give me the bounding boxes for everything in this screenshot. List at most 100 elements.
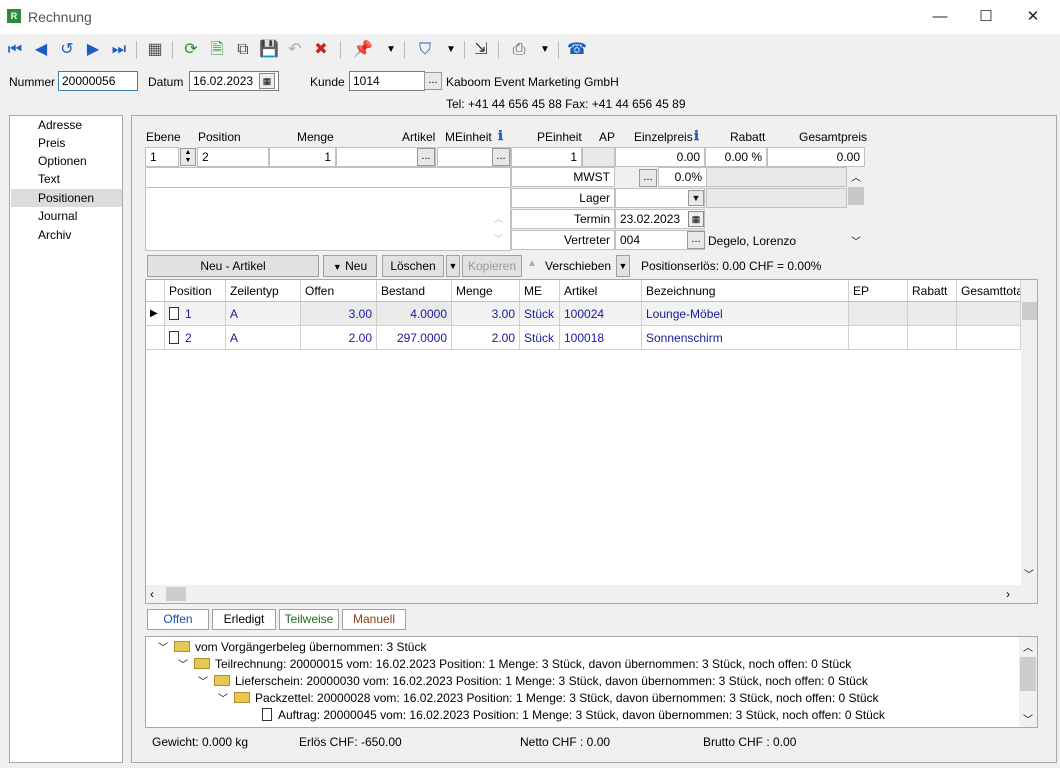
previous-record-icon[interactable]: ◀	[30, 39, 52, 61]
col-bezeichnung[interactable]: Bezeichnung	[642, 280, 849, 302]
cell-gesamttotal[interactable]	[957, 326, 1021, 350]
nav-item-adresse[interactable]: Adresse	[11, 116, 122, 134]
new-document-icon[interactable]: 🗎	[206, 39, 228, 61]
cell-me[interactable]: Stück	[520, 326, 560, 350]
tree-node[interactable]: ﹀ Lieferschein: 20000030 vom: 16.02.2023 …	[198, 673, 868, 690]
col-menge[interactable]: Menge	[452, 280, 520, 302]
copy-icon[interactable]: ⧉	[232, 39, 254, 61]
cell-zeilentyp[interactable]: A	[226, 302, 301, 326]
cell-menge[interactable]: 3.00	[452, 302, 520, 326]
move-up-icon[interactable]: ▲	[527, 258, 537, 269]
col-bestand[interactable]: Bestand	[377, 280, 452, 302]
nav-item-optionen[interactable]: Optionen	[11, 152, 122, 170]
artikel-lookup-button[interactable]: ...	[417, 148, 435, 166]
nummer-input[interactable]: 20000056	[58, 71, 138, 91]
peinheit-field[interactable]: 1	[511, 147, 582, 167]
mwst-lookup-button[interactable]: ...	[639, 169, 657, 187]
copy-button[interactable]: Kopieren	[462, 255, 522, 277]
pin-icon[interactable]: 📌	[352, 39, 374, 61]
minimize-button[interactable]: —	[917, 0, 963, 34]
col-ep[interactable]: EP	[849, 280, 908, 302]
chevron-up-icon[interactable]: ︿	[851, 169, 861, 184]
col-offen[interactable]: Offen	[301, 280, 377, 302]
refresh-icon[interactable]: ⟳	[180, 39, 202, 61]
cell-zeilentyp[interactable]: A	[226, 326, 301, 350]
first-record-icon[interactable]: ⏮	[4, 39, 26, 61]
chevron-down-icon[interactable]: ▼	[688, 190, 704, 206]
row-indicator-icon[interactable]: ▶	[146, 302, 165, 326]
next-record-icon[interactable]: ▶	[82, 39, 104, 61]
positions-grid[interactable]: Position Zeilentyp Offen Bestand Menge M…	[145, 279, 1038, 604]
filter-icon[interactable]: ⛉	[414, 39, 436, 61]
nav-item-positionen[interactable]: Positionen	[11, 189, 122, 207]
scroll-down-icon[interactable]: ﹀	[494, 232, 503, 245]
cell-bezeichnung[interactable]: Lounge-Möbel	[642, 302, 849, 326]
cell-bestand[interactable]: 297.0000	[377, 326, 452, 350]
delete-icon[interactable]: ✖	[310, 39, 332, 61]
cell-ep[interactable]	[849, 302, 908, 326]
tab-manuell[interactable]: Manuell	[342, 609, 406, 630]
print-icon[interactable]: ⎙	[508, 39, 530, 61]
col-zeilentyp[interactable]: Zeilentyp	[226, 280, 301, 302]
kunde-lookup-button[interactable]: ...	[424, 72, 442, 90]
cell-rabatt[interactable]	[908, 326, 957, 350]
info-icon[interactable]: ℹ	[694, 128, 699, 144]
spinner-icon[interactable]: ▲ ▼	[180, 148, 196, 166]
delete-button[interactable]: Löschen	[382, 255, 444, 277]
vertreter-lookup-button[interactable]: ...	[687, 231, 705, 249]
gesamtpreis-field[interactable]: 0.00	[767, 147, 865, 167]
position-field[interactable]: 2	[197, 147, 269, 167]
tree-scrollbar[interactable]: ︿ ﹀	[1019, 637, 1037, 727]
goto-icon[interactable]: ⇲	[470, 39, 492, 61]
cell-artikel[interactable]: 100018	[560, 326, 642, 350]
save-icon[interactable]: 💾	[258, 39, 280, 61]
einzelpreis-field[interactable]: 0.00	[615, 147, 705, 167]
calendar-icon[interactable]: ▦	[688, 211, 704, 227]
table-row[interactable]: 2	[165, 326, 226, 350]
cell-bezeichnung[interactable]: Sonnenschirm	[642, 326, 849, 350]
calendar-icon[interactable]: ▦	[259, 73, 275, 89]
chevron-down-icon[interactable]: ﹀	[1023, 711, 1033, 726]
maximize-button[interactable]: ☐	[963, 0, 1009, 34]
nav-item-preis[interactable]: Preis	[11, 134, 122, 152]
chevron-left-icon[interactable]: ‹	[150, 587, 154, 601]
chevron-up-icon[interactable]: ︿	[1023, 639, 1033, 654]
close-button[interactable]: ✕	[1010, 0, 1056, 34]
tree-node[interactable]: ﹀ Packzettel: 20000028 vom: 16.02.2023 Po…	[218, 690, 879, 707]
tree-node[interactable]: Auftrag: 20000045 vom: 16.02.2023 Positi…	[262, 707, 885, 724]
delete-dropdown-icon[interactable]: ▼	[446, 255, 460, 277]
cell-menge[interactable]: 2.00	[452, 326, 520, 350]
cell-me[interactable]: Stück	[520, 302, 560, 326]
cell-offen[interactable]: 3.00	[301, 302, 377, 326]
undo-blue-icon[interactable]: ↺	[56, 39, 78, 61]
rabatt-field[interactable]: 0.00 %	[705, 147, 767, 167]
print-dropdown-icon[interactable]: ▼	[534, 39, 556, 61]
meinheit-lookup-button[interactable]: ...	[492, 148, 510, 166]
col-position[interactable]: Position	[165, 280, 226, 302]
table-icon[interactable]: ▦	[144, 39, 166, 61]
cell-rabatt[interactable]	[908, 302, 957, 326]
cell-artikel[interactable]: 100024	[560, 302, 642, 326]
phone-icon[interactable]: ☎	[566, 39, 588, 61]
move-dropdown-icon[interactable]: ▼	[616, 255, 630, 277]
new-article-button[interactable]: Neu - Artikel	[147, 255, 319, 277]
chevron-down-icon[interactable]: ﹀	[1024, 566, 1034, 581]
cell-gesamttotal[interactable]	[957, 302, 1021, 326]
chevron-right-icon[interactable]: ›	[1006, 587, 1010, 601]
side-scrollbar[interactable]: ︿ ﹀	[847, 167, 865, 251]
new-button[interactable]: ▼ Neu	[323, 255, 377, 277]
tab-offen[interactable]: Offen	[147, 609, 209, 630]
move-label[interactable]: Verschieben	[545, 259, 611, 273]
ebene-field[interactable]: 1	[145, 147, 179, 167]
scroll-up-icon[interactable]: ︿	[494, 212, 503, 225]
tab-erledigt[interactable]: Erledigt	[212, 609, 276, 630]
table-row[interactable]: 1	[165, 302, 226, 326]
tree-node[interactable]: ﹀ Teilrechnung: 20000015 vom: 16.02.2023 …	[178, 656, 851, 673]
info-icon[interactable]: ℹ	[498, 128, 503, 144]
kunde-input[interactable]: 1014	[349, 71, 425, 91]
pin-dropdown-icon[interactable]: ▼	[380, 39, 402, 61]
chevron-down-icon[interactable]: ﹀	[851, 233, 861, 248]
grid-vscrollbar[interactable]: ﹀	[1021, 280, 1037, 585]
col-artikel[interactable]: Artikel	[560, 280, 642, 302]
nav-item-text[interactable]: Text	[11, 170, 122, 188]
